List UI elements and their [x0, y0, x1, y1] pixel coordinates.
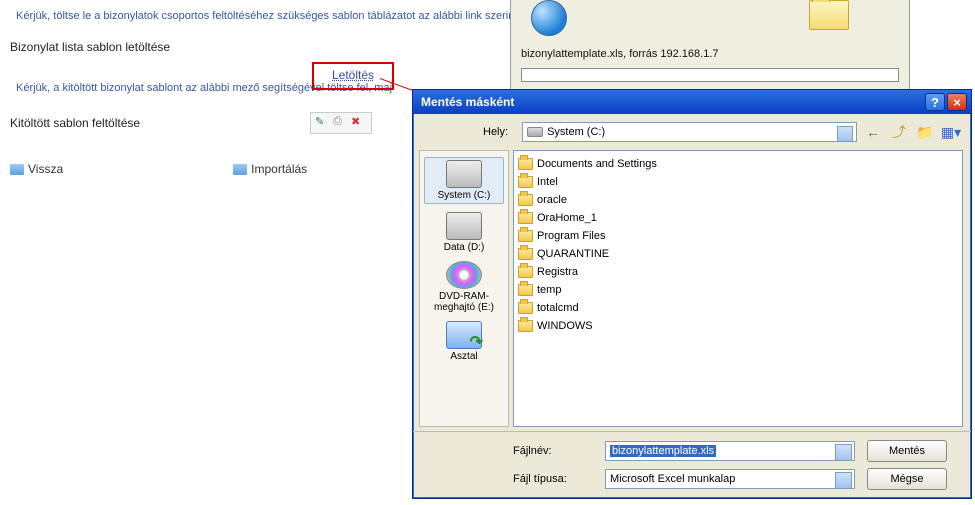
folder-item[interactable]: OraHome_1 — [518, 209, 958, 227]
place-item[interactable]: System (C:) — [424, 157, 504, 204]
place-label: Data (D:) — [444, 242, 485, 253]
desktop-icon — [446, 321, 482, 349]
print-icon[interactable]: ⎙ — [333, 115, 349, 131]
folder-item[interactable]: QUARANTINE — [518, 245, 958, 263]
download-source-label: bizonylattemplate.xls, forrás 192.168.1.… — [521, 48, 909, 60]
folder-item[interactable]: Intel — [518, 173, 958, 191]
folder-icon — [518, 176, 533, 188]
folder-name: Intel — [537, 176, 558, 188]
folder-icon — [518, 158, 533, 170]
views-icon[interactable]: ▦▾ — [941, 122, 961, 142]
edit-icon[interactable]: ✎ — [315, 115, 331, 131]
folder-item[interactable]: oracle — [518, 191, 958, 209]
file-list[interactable]: Documents and Settings Intel oracle OraHome… — [513, 150, 963, 427]
close-button[interactable]: × — [947, 93, 967, 111]
nav-import[interactable]: Importálás — [233, 162, 307, 176]
save-as-dialog: Mentés másként ? × Hely: System (C:) ← ⤴… — [412, 89, 972, 499]
filetype-value: Microsoft Excel munkalap — [610, 473, 735, 485]
download-link[interactable]: Letöltés — [332, 68, 374, 82]
help-button[interactable]: ? — [925, 93, 945, 111]
folder-icon — [518, 212, 533, 224]
bottom-panel: Fájlnév: bizonylattemplate.xls Mentés Fá… — [413, 431, 971, 498]
places-bar: System (C:) Data (D:) DVD-RAM-meghajtó (E:… — [419, 150, 509, 427]
location-toolbar: Hely: System (C:) ← ⤴ 📁 ▦▾ — [413, 114, 971, 150]
save-button[interactable]: Mentés — [867, 440, 947, 462]
folder-icon — [518, 320, 533, 332]
folder-icon — [518, 284, 533, 296]
folder-name: temp — [537, 284, 561, 296]
place-item[interactable]: DVD-RAM-meghajtó (E:) — [424, 261, 504, 313]
new-folder-icon[interactable]: 📁 — [915, 122, 935, 142]
dialog-title: Mentés másként — [421, 95, 514, 109]
filetype-label: Fájl típusa: — [513, 473, 593, 485]
folder-item[interactable]: temp — [518, 281, 958, 299]
globe-icon — [531, 0, 567, 36]
upload-toolbar: ✎ ⎙ ✖ — [310, 112, 372, 134]
folder-icon — [233, 164, 247, 175]
drive-icon — [527, 127, 543, 137]
folder-item[interactable]: Documents and Settings — [518, 155, 958, 173]
up-icon[interactable]: ⤴ — [889, 122, 909, 142]
folder-item[interactable]: Registra — [518, 263, 958, 281]
folder-icon — [518, 248, 533, 260]
folder-name: QUARANTINE — [537, 248, 609, 260]
folder-icon — [518, 302, 533, 314]
location-dropdown[interactable]: System (C:) — [522, 122, 857, 142]
delete-icon[interactable]: ✖ — [351, 115, 367, 131]
dvd-icon — [446, 261, 482, 289]
nav-back[interactable]: Vissza — [10, 162, 63, 176]
nav-back-label: Vissza — [28, 162, 63, 176]
cancel-button[interactable]: Mégse — [867, 468, 947, 490]
place-label: System (C:) — [438, 190, 491, 201]
drive-icon — [446, 212, 482, 240]
folder-name: totalcmd — [537, 302, 579, 314]
folder-icon — [518, 194, 533, 206]
folder-item[interactable]: totalcmd — [518, 299, 958, 317]
nav-import-label: Importálás — [251, 162, 307, 176]
location-label: Hely: — [483, 126, 508, 138]
filename-value: bizonylattemplate.xls — [610, 445, 716, 457]
instruction-1: Kérjük, töltse le a bizonylatok csoporto… — [16, 10, 576, 22]
folder-name: Registra — [537, 266, 578, 278]
template-upload-label: Kitöltött sablon feltöltése — [10, 116, 310, 130]
location-value: System (C:) — [547, 126, 605, 138]
folder-item[interactable]: Program Files — [518, 227, 958, 245]
place-item[interactable]: Asztal — [424, 321, 504, 362]
filename-input[interactable]: bizonylattemplate.xls — [605, 441, 855, 461]
download-highlight-box: Letöltés — [312, 62, 394, 90]
folder-name: Documents and Settings — [537, 158, 657, 170]
folder-name: Program Files — [537, 230, 605, 242]
folder-name: OraHome_1 — [537, 212, 597, 224]
place-label: DVD-RAM-meghajtó (E:) — [424, 291, 504, 313]
folder-icon — [809, 0, 849, 30]
filetype-dropdown[interactable]: Microsoft Excel munkalap — [605, 469, 855, 489]
folder-item[interactable]: WINDOWS — [518, 317, 958, 335]
place-item[interactable]: Data (D:) — [424, 212, 504, 253]
folder-icon — [518, 230, 533, 242]
drive-icon — [446, 160, 482, 188]
template-download-label: Bizonylat lista sablon letöltése — [10, 40, 310, 54]
progress-bar — [521, 68, 899, 82]
place-label: Asztal — [450, 351, 477, 362]
folder-name: WINDOWS — [537, 320, 593, 332]
folder-name: oracle — [537, 194, 567, 206]
folder-icon — [518, 266, 533, 278]
download-progress-pane: bizonylattemplate.xls, forrás 192.168.1.… — [510, 0, 910, 101]
filename-label: Fájlnév: — [513, 445, 593, 457]
titlebar[interactable]: Mentés másként ? × — [413, 90, 971, 114]
folder-icon — [10, 164, 24, 175]
back-icon[interactable]: ← — [863, 122, 883, 142]
